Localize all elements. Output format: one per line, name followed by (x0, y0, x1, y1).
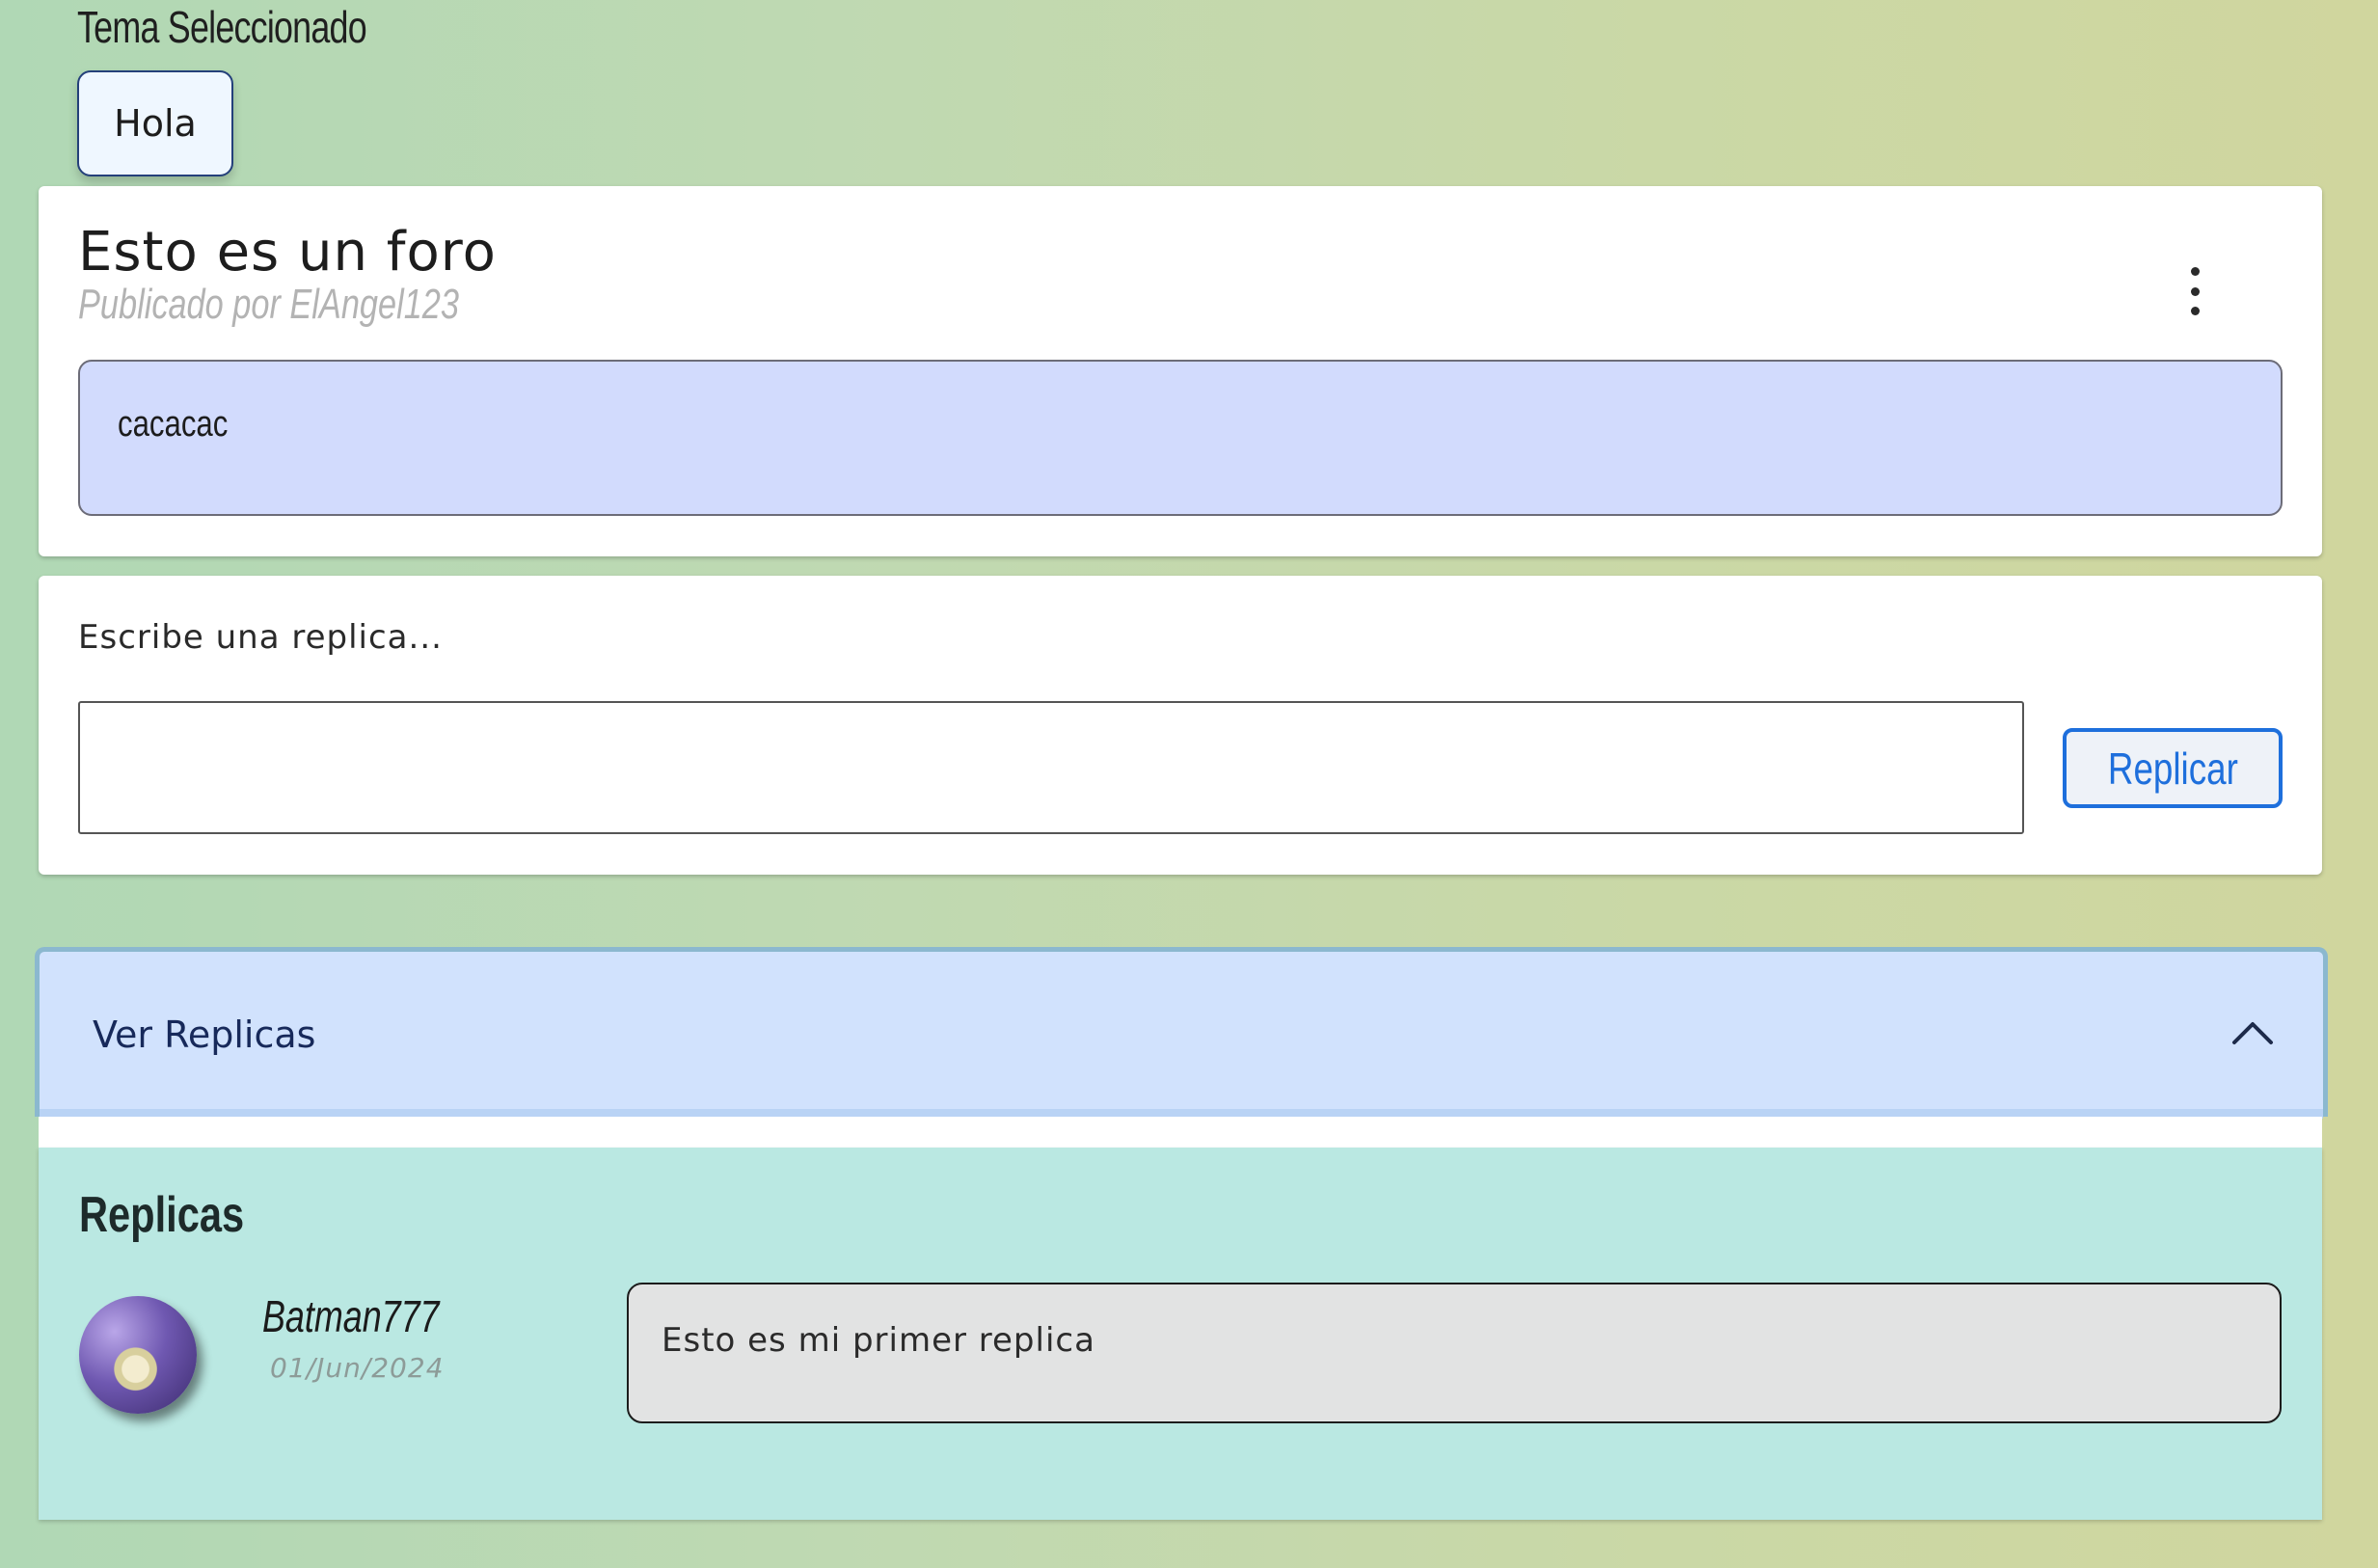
avatar (79, 1296, 197, 1414)
view-replies-toggle[interactable]: Ver Replicas (35, 947, 2328, 1119)
view-replies-label: Ver Replicas (93, 1014, 316, 1056)
chevron-up-icon[interactable] (2229, 1012, 2277, 1050)
topic-label: Tema Seleccionado (77, 2, 367, 52)
reply-username: Batman777 (262, 1291, 440, 1341)
kebab-menu-icon[interactable] (2183, 267, 2206, 315)
reply-button[interactable]: Replicar (2063, 728, 2283, 808)
reply-button-label: Replicar (2107, 743, 2238, 794)
post-title: Esto es un foro (78, 221, 497, 284)
reply-bubble: Esto es mi primer replica (627, 1283, 2282, 1423)
post-body: cacacac (78, 360, 2283, 516)
topic-chip[interactable]: Hola (77, 70, 233, 176)
accordion-divider (39, 1117, 2322, 1148)
reply-date: 01/Jun/2024 (270, 1352, 445, 1384)
reply-text: Esto es mi primer replica (662, 1321, 1095, 1360)
replies-panel: Replicas Batman777 01/Jun/2024 Esto es m… (39, 1148, 2322, 1520)
reply-prompt: Escribe una replica... (78, 618, 443, 657)
reply-input[interactable] (78, 701, 2024, 834)
post-author: Publicado por ElAngel123 (78, 281, 459, 328)
reply-form-card: Escribe una replica... Replicar (39, 576, 2322, 875)
post-card: Esto es un foro Publicado por ElAngel123… (39, 186, 2322, 556)
post-body-text: cacacac (118, 404, 229, 445)
replies-heading: Replicas (79, 1187, 245, 1243)
